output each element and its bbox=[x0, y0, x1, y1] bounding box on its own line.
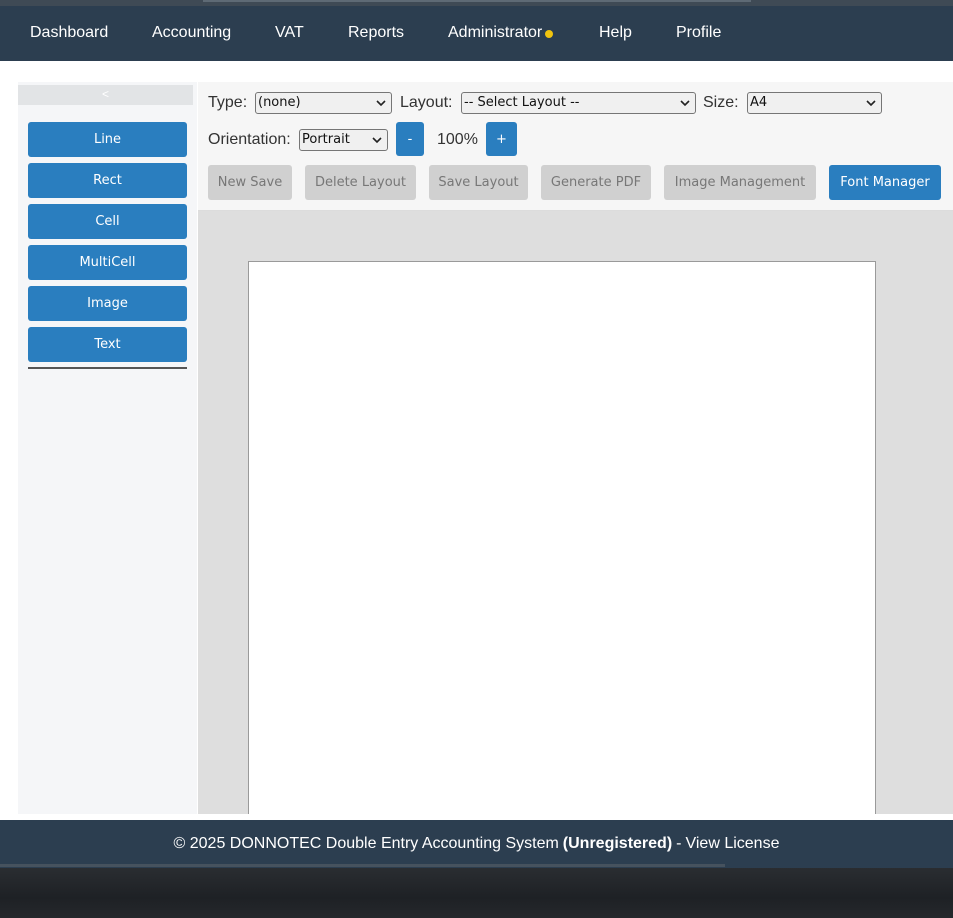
size-label: Size: bbox=[703, 94, 739, 111]
sidebar-divider bbox=[28, 367, 187, 369]
chevron-down-icon bbox=[372, 137, 382, 144]
image-management-button[interactable]: Image Management bbox=[664, 165, 816, 200]
zoom-in-button[interactable]: + bbox=[486, 122, 517, 156]
layout-toolbar: Type: (none) Layout: -- Select Layout --… bbox=[198, 82, 953, 211]
generate-pdf-button[interactable]: Generate PDF bbox=[541, 165, 651, 200]
size-select-value: A4 bbox=[750, 95, 768, 110]
tool-multicell-button[interactable]: MultiCell bbox=[28, 245, 187, 280]
chevron-down-icon bbox=[680, 100, 690, 107]
layout-select-value: -- Select Layout -- bbox=[464, 95, 580, 110]
tool-rect-button[interactable]: Rect bbox=[28, 163, 187, 198]
chevron-down-icon bbox=[866, 100, 876, 107]
nav-reports[interactable]: Reports bbox=[348, 24, 404, 42]
zoom-level: 100% bbox=[437, 131, 478, 148]
orientation-select[interactable]: Portrait bbox=[299, 129, 388, 151]
orientation-select-value: Portrait bbox=[302, 132, 350, 147]
layout-label: Layout: bbox=[400, 94, 453, 111]
sidebar-collapse-button[interactable]: < bbox=[18, 85, 193, 105]
type-select-value: (none) bbox=[258, 95, 301, 110]
tool-cell-button[interactable]: Cell bbox=[28, 204, 187, 239]
delete-layout-button[interactable]: Delete Layout bbox=[305, 165, 416, 200]
font-manager-button[interactable]: Font Manager bbox=[829, 165, 941, 200]
nav-administrator-label: Administrator bbox=[448, 24, 543, 41]
save-layout-button[interactable]: Save Layout bbox=[429, 165, 528, 200]
view-license-link[interactable]: View License bbox=[685, 835, 779, 853]
nav-dashboard[interactable]: Dashboard bbox=[30, 24, 108, 42]
desktop-background bbox=[0, 868, 953, 918]
type-label: Type: bbox=[208, 94, 248, 111]
window-top-notch bbox=[203, 0, 751, 2]
notification-dot-icon bbox=[545, 29, 554, 38]
main-navbar: Dashboard Accounting VAT Reports Adminis… bbox=[0, 6, 953, 61]
nav-accounting[interactable]: Accounting bbox=[152, 24, 231, 42]
footer-registration-status: (Unregistered) bbox=[562, 835, 673, 852]
footer-copyright: © 2025 DONNOTEC Double Entry Accounting … bbox=[173, 835, 559, 852]
tool-text-button[interactable]: Text bbox=[28, 327, 187, 362]
new-save-button[interactable]: New Save bbox=[208, 165, 292, 200]
type-select[interactable]: (none) bbox=[255, 92, 392, 114]
nav-help[interactable]: Help bbox=[599, 24, 632, 42]
page-sheet[interactable] bbox=[248, 261, 876, 814]
orientation-label: Orientation: bbox=[208, 131, 291, 148]
chevron-down-icon bbox=[376, 100, 386, 107]
page-footer: © 2025 DONNOTEC Double Entry Accounting … bbox=[0, 820, 953, 868]
size-select[interactable]: A4 bbox=[747, 92, 882, 114]
tool-image-button[interactable]: Image bbox=[28, 286, 187, 321]
tool-line-button[interactable]: Line bbox=[28, 122, 187, 157]
design-canvas[interactable] bbox=[198, 211, 953, 814]
layout-select[interactable]: -- Select Layout -- bbox=[461, 92, 696, 114]
nav-vat[interactable]: VAT bbox=[275, 24, 304, 42]
zoom-out-button[interactable]: - bbox=[396, 122, 424, 156]
footer-edge bbox=[0, 864, 725, 867]
tools-sidebar: < Line Rect Cell MultiCell Image Text bbox=[18, 82, 197, 814]
nav-profile[interactable]: Profile bbox=[676, 24, 721, 42]
footer-separator: - bbox=[676, 835, 682, 852]
nav-administrator[interactable]: Administrator bbox=[448, 24, 554, 42]
